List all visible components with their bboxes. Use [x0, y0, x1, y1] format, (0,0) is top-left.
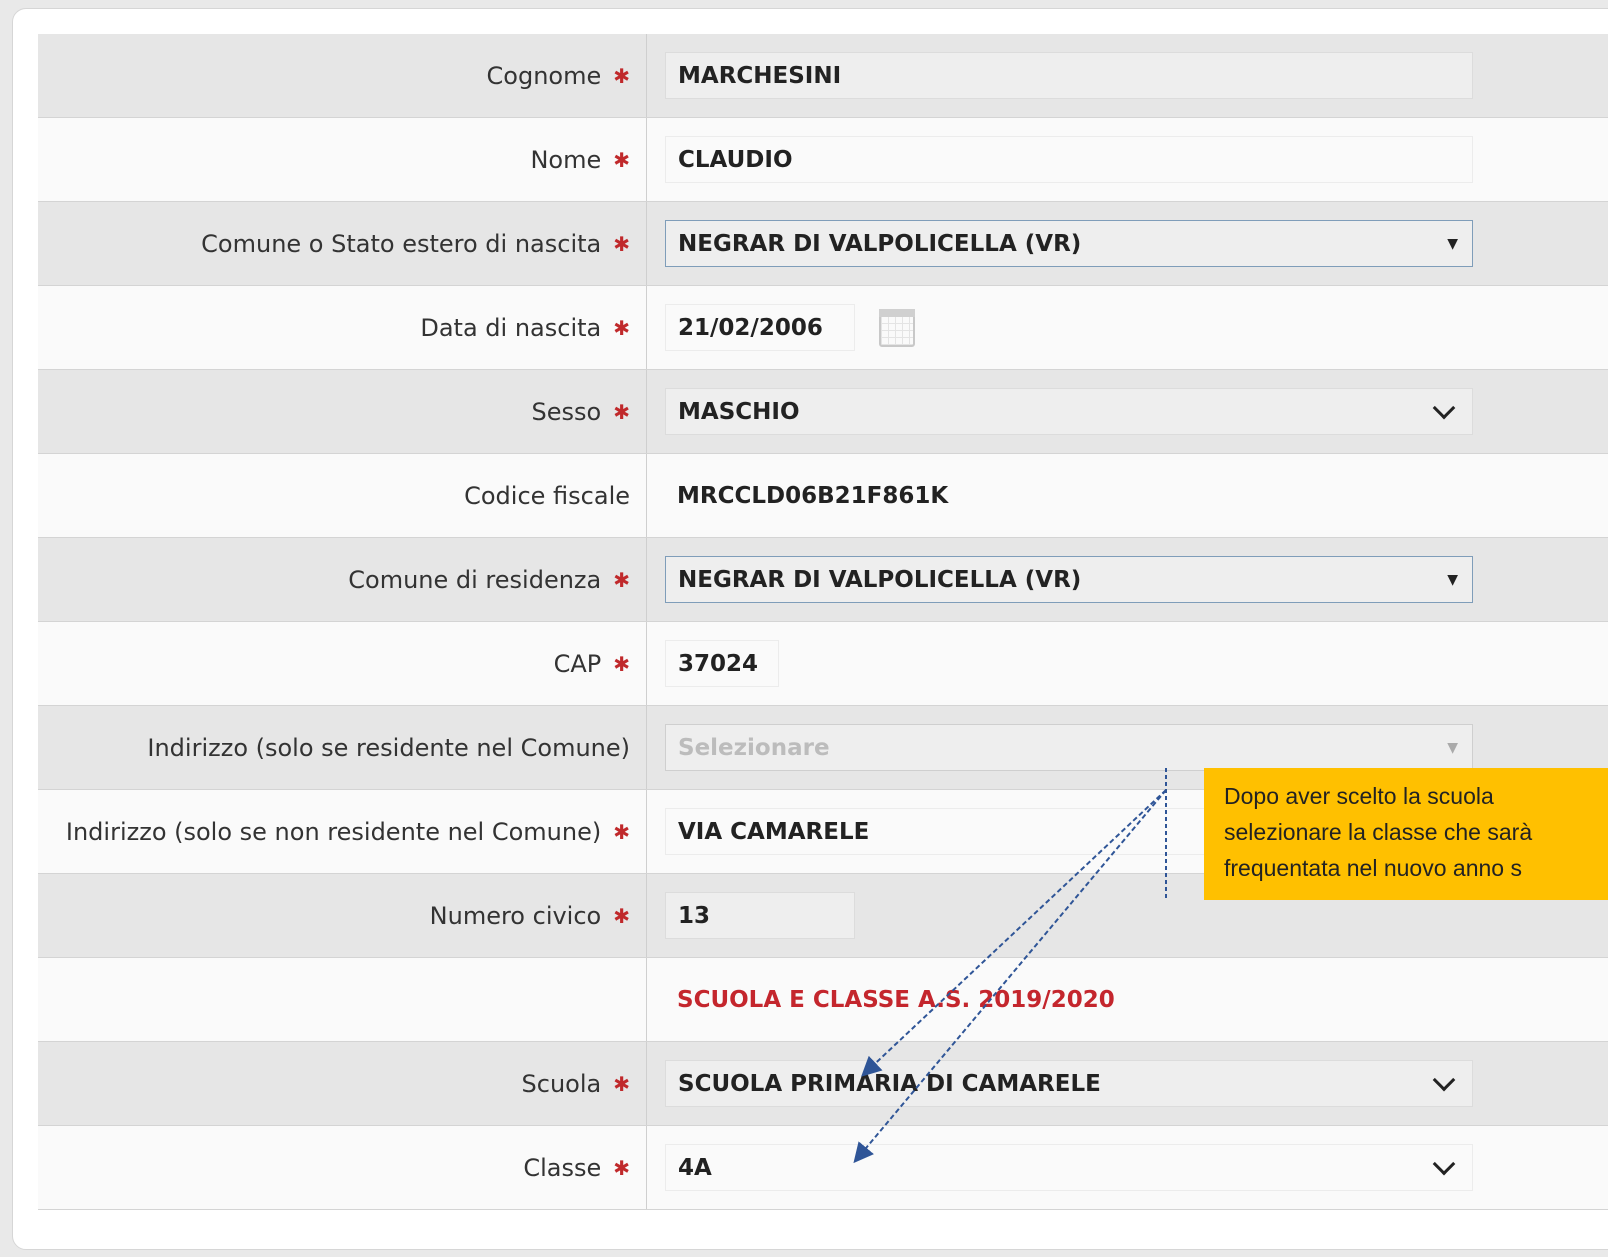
arrow-to-scuola	[861, 789, 1167, 1077]
annotation-arrows	[853, 768, 1167, 1164]
arrow-to-classe	[853, 789, 1167, 1164]
